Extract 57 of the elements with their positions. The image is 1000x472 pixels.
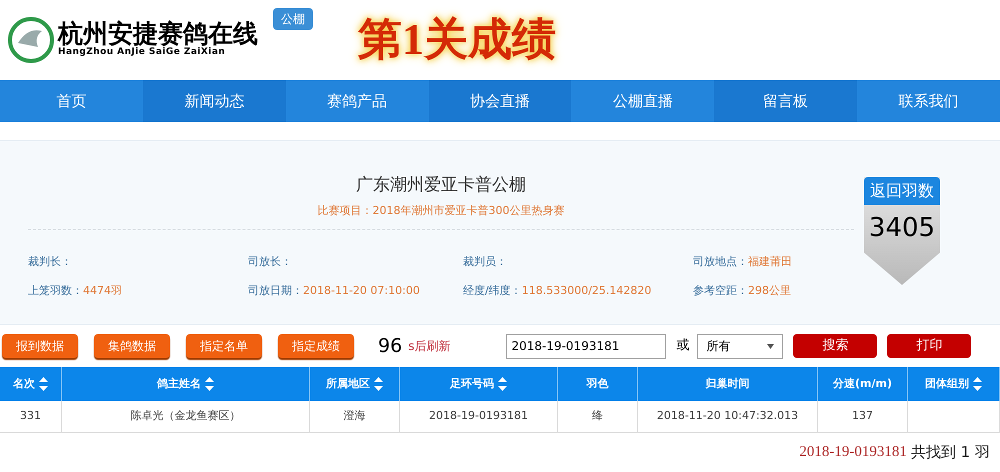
table-cell: 2018-19-0193181 xyxy=(400,401,558,432)
sort-icon[interactable] xyxy=(205,377,214,391)
race-field: 司放日期：2018-11-20 07:10:00 xyxy=(248,282,463,299)
data-button[interactable]: 集鸽数据 xyxy=(94,334,170,358)
race-field: 经度/纬度：118.533000/25.142820 xyxy=(463,282,693,299)
nav-link[interactable]: 公棚直播 xyxy=(571,80,714,122)
column-header[interactable]: 分速(m/m) xyxy=(818,367,908,401)
column-header[interactable]: 足环号码 xyxy=(400,367,558,401)
sort-icon[interactable] xyxy=(374,377,383,391)
nav-link[interactable]: 留言板 xyxy=(714,80,858,122)
action-button[interactable]: 打印 xyxy=(887,334,972,358)
ring-search-field[interactable]: 2018-19-0193181 xyxy=(506,334,666,358)
result-ring-number: 2018-19-0193181 xyxy=(799,443,907,462)
site-pinyin: HangZhou AnJie SaiGe ZaiXian xyxy=(58,46,226,59)
table-cell: 331 xyxy=(0,401,62,432)
race-field: 司放地点：福建莆田 xyxy=(693,254,833,270)
column-header[interactable]: 名次 xyxy=(0,367,62,401)
action-button[interactable]: 搜索 xyxy=(793,334,878,358)
loft-badge: 公棚 xyxy=(273,8,313,30)
table-cell: 绛 xyxy=(558,401,638,432)
race-field: 司放长： xyxy=(248,254,463,270)
returned-count: 3405 xyxy=(868,212,936,245)
nav-link[interactable]: 协会直播 xyxy=(428,80,572,122)
returned-count-label: 返回羽数 xyxy=(864,177,940,205)
race-field: 参考空距：298公里 xyxy=(693,282,833,299)
filter-select[interactable]: 所有 xyxy=(697,334,784,358)
nav-link[interactable]: 新闻动态 xyxy=(142,80,286,122)
result-summary: 共找到 1 羽 xyxy=(910,442,990,463)
or-label: 或 xyxy=(676,337,690,356)
table-cell: 澄海 xyxy=(310,401,400,432)
column-header[interactable]: 羽色 xyxy=(558,367,638,401)
page-title: 第1关成绩 xyxy=(358,14,556,66)
data-button[interactable]: 报到数据 xyxy=(2,334,78,358)
column-header[interactable]: 所属地区 xyxy=(310,367,400,401)
sort-icon[interactable] xyxy=(39,377,48,391)
refresh-countdown: 96 xyxy=(378,334,402,359)
data-button[interactable]: 指定名单 xyxy=(186,334,262,358)
site-name: 杭州安捷赛鸽在线 xyxy=(58,20,258,46)
sort-icon[interactable] xyxy=(973,377,982,391)
table-cell: 陈卓光（金龙鱼赛区） xyxy=(62,401,310,432)
table-cell: 2018-11-20 10:47:32.013 xyxy=(638,401,818,432)
race-field: 裁判长： xyxy=(28,254,248,270)
refresh-label: s后刷新 xyxy=(408,338,450,355)
dropdown-icon xyxy=(767,344,774,348)
column-header[interactable]: 团体组别 xyxy=(908,367,1000,401)
column-header[interactable]: 归巢时间 xyxy=(638,367,818,401)
nav-link[interactable]: 赛鸽产品 xyxy=(286,80,429,122)
race-event: 比赛项目：2018年潮州市爱亚卡普300公里热身赛 xyxy=(318,202,564,218)
table-cell: 137 xyxy=(818,401,908,432)
column-header[interactable]: 鸽主姓名 xyxy=(62,367,310,401)
race-field: 上笼羽数：4474羽 xyxy=(28,282,248,299)
nav-link[interactable]: 联系我们 xyxy=(857,80,1000,122)
sort-icon[interactable] xyxy=(498,377,507,391)
nav-link[interactable]: 首页 xyxy=(0,80,143,122)
race-field: 裁判员： xyxy=(463,254,693,270)
data-button[interactable]: 指定成绩 xyxy=(278,334,354,358)
loft-name: 广东潮州爱亚卡普公棚 xyxy=(356,174,526,197)
